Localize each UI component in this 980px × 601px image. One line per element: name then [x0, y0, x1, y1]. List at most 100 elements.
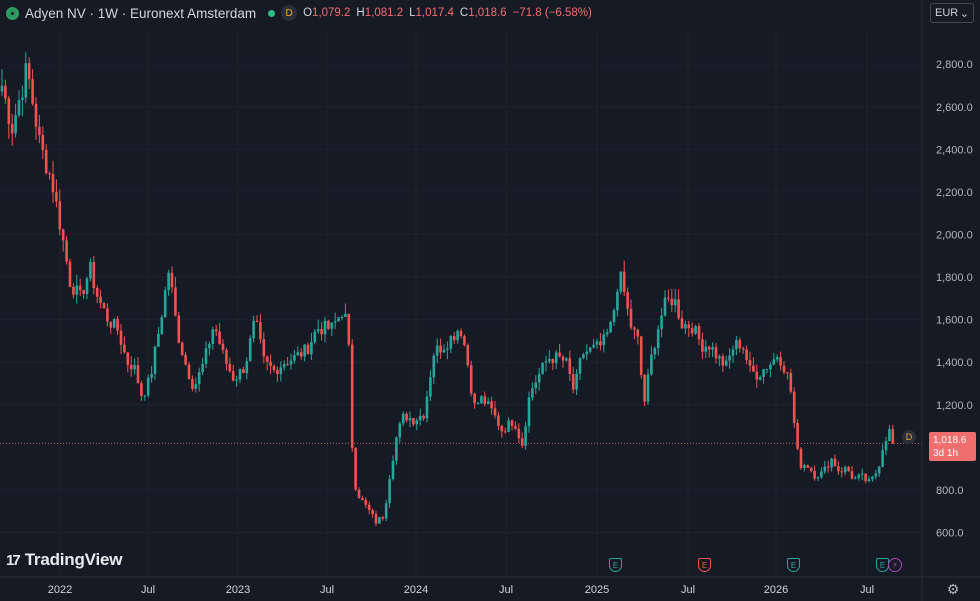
candle-body: [520, 438, 524, 446]
candle-body: [82, 290, 85, 294]
candle-body: [167, 272, 170, 291]
candle-body: [823, 466, 827, 472]
candle-body: [235, 379, 238, 381]
candle-body: [344, 313, 347, 317]
candle-body: [667, 297, 670, 299]
candle-body: [242, 369, 245, 374]
candle-body: [116, 318, 119, 331]
candle-body: [493, 408, 497, 416]
candle-body: [340, 316, 344, 318]
candle-body: [537, 373, 541, 383]
candle-body: [792, 391, 796, 423]
candle-body: [803, 465, 806, 468]
y-tick-label: 1,600.0: [936, 315, 973, 327]
candle-body: [208, 344, 211, 349]
last-price-tag: 1,018.6 3d 1h: [929, 432, 976, 461]
candle-body: [123, 344, 126, 353]
candle-body: [837, 466, 840, 472]
candle-body: [408, 418, 412, 421]
earnings-event-icon[interactable]: E: [609, 558, 622, 572]
candle-body: [333, 321, 337, 323]
candle-body: [405, 413, 408, 421]
last-price: 1,018.6: [933, 435, 967, 446]
candle-body: [279, 367, 283, 375]
candle-body: [289, 360, 293, 365]
candle-body: [180, 342, 184, 355]
candle-body: [126, 352, 130, 365]
candle-body: [272, 365, 276, 371]
candle-body: [10, 123, 14, 134]
candle-body: [762, 369, 765, 377]
candle-body: [670, 298, 674, 306]
tradingview-logo[interactable]: 17 TradingView: [6, 549, 123, 571]
candle-body: [21, 97, 24, 101]
candle-body: [367, 504, 371, 510]
candle-body: [303, 344, 306, 357]
candle-body: [459, 330, 463, 337]
candle-body: [347, 313, 351, 345]
candle-body: [160, 317, 164, 334]
candle-body: [490, 401, 493, 409]
x-tick-label: Jul: [681, 584, 695, 596]
x-tick-label: 2026: [764, 584, 788, 596]
candle-body: [534, 382, 538, 389]
candle-body: [609, 321, 612, 333]
candle-body: [177, 315, 181, 343]
candle-body: [299, 352, 303, 357]
candle-body: [503, 431, 507, 433]
candle-body: [860, 473, 864, 475]
candle-body: [75, 285, 79, 295]
candle-body: [772, 359, 776, 365]
x-tick-label: Jul: [860, 584, 874, 596]
candle-body: [857, 474, 861, 478]
candle-body: [89, 262, 92, 279]
candle-body: [622, 271, 626, 293]
candle-body: [769, 364, 772, 370]
candle-body: [718, 356, 721, 359]
earnings-event-icon[interactable]: E: [698, 558, 711, 572]
price-chart[interactable]: 2,800.0 2,600.0 2,400.0 2,200.0 2,000.0 1,800…: [0, 0, 980, 601]
candle-body: [660, 315, 663, 330]
session-marker[interactable]: D: [902, 430, 916, 444]
y-tick-label: 1,400.0: [936, 357, 973, 369]
dividend-event-icon[interactable]: ⚡: [888, 558, 902, 572]
tradingview-mark-icon: 17: [6, 551, 21, 569]
y-tick-label: 1,200.0: [936, 400, 973, 412]
candle-body: [888, 429, 891, 442]
candle-body: [102, 303, 106, 309]
candle-body: [27, 63, 31, 80]
candle-body: [561, 356, 565, 361]
candle-body: [527, 397, 531, 427]
candle-body: [677, 299, 680, 319]
candle-body: [276, 370, 279, 375]
candle-body: [517, 428, 521, 439]
candle-body: [58, 201, 62, 230]
candle-body: [735, 339, 738, 350]
candle-body: [157, 333, 160, 347]
candle-body: [867, 479, 871, 481]
candle-body: [384, 503, 388, 519]
candle-body: [38, 126, 41, 135]
gear-icon[interactable]: ⚙: [945, 581, 961, 597]
y-tick-label: 2,800.0: [936, 59, 973, 71]
candle-body: [432, 355, 436, 378]
candle-body: [469, 365, 473, 394]
candle-body: [0, 85, 4, 92]
candle-body: [595, 341, 599, 345]
candle-body: [745, 349, 748, 361]
candle-body: [435, 345, 439, 356]
candle-body: [643, 374, 646, 402]
candle-body: [605, 332, 609, 335]
candle-body: [789, 373, 793, 392]
candle-body: [245, 361, 249, 374]
candle-body: [14, 115, 17, 134]
candle-body: [500, 425, 504, 432]
earnings-event-icon[interactable]: E: [787, 558, 800, 572]
candle-body: [830, 458, 833, 468]
candle-body: [809, 467, 813, 471]
candle-body: [565, 358, 568, 361]
candle-body: [582, 354, 585, 359]
x-tick-label: 2024: [404, 584, 428, 596]
candle-body: [174, 287, 177, 316]
candle-body: [429, 377, 432, 397]
